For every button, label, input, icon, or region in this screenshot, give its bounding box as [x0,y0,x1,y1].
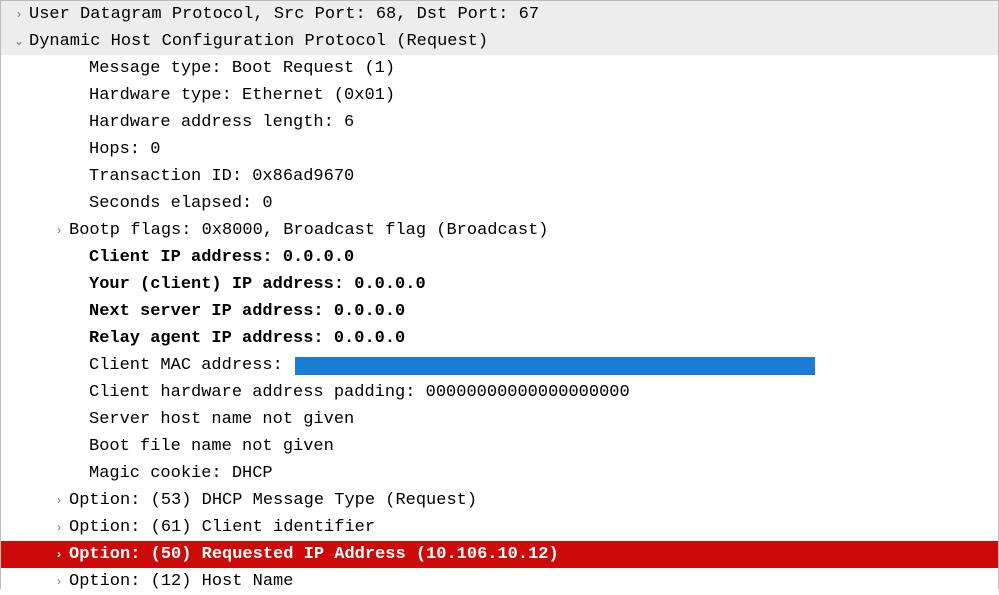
tree-row[interactable]: Client MAC address: [1,352,998,379]
packet-details-tree[interactable]: ›User Datagram Protocol, Src Port: 68, D… [1,1,998,589]
tree-row[interactable]: ›Bootp flags: 0x8000, Broadcast flag (Br… [1,217,998,244]
tree-row[interactable]: Server host name not given [1,406,998,433]
tree-row-label: Option: (61) Client identifier [69,518,375,537]
chevron-right-icon[interactable]: › [49,521,69,535]
tree-row[interactable]: ›Option: (61) Client identifier [1,514,998,541]
tree-row-label: Server host name not given [89,410,354,429]
tree-row[interactable]: Transaction ID: 0x86ad9670 [1,163,998,190]
redacted-value [295,357,815,375]
tree-row[interactable]: Client IP address: 0.0.0.0 [1,244,998,271]
tree-row-label: Transaction ID: 0x86ad9670 [89,167,354,186]
tree-row-label: User Datagram Protocol, Src Port: 68, Ds… [29,5,539,24]
chevron-right-icon[interactable]: › [9,8,29,22]
chevron-right-icon[interactable]: › [49,575,69,589]
tree-row[interactable]: ⌄Dynamic Host Configuration Protocol (Re… [1,28,998,55]
tree-row[interactable]: ›Option: (50) Requested IP Address (10.1… [1,541,998,568]
tree-row[interactable]: Hardware type: Ethernet (0x01) [1,82,998,109]
chevron-right-icon[interactable]: › [49,548,69,562]
tree-row-label: Message type: Boot Request (1) [89,59,395,78]
tree-row-label: Relay agent IP address: 0.0.0.0 [89,329,405,348]
tree-row-label: Magic cookie: DHCP [89,464,273,483]
tree-row[interactable]: Seconds elapsed: 0 [1,190,998,217]
tree-row[interactable]: Next server IP address: 0.0.0.0 [1,298,998,325]
tree-row[interactable]: Hops: 0 [1,136,998,163]
tree-row-label: Your (client) IP address: 0.0.0.0 [89,275,426,294]
tree-row-label: Dynamic Host Configuration Protocol (Req… [29,32,488,51]
tree-row[interactable]: ›User Datagram Protocol, Src Port: 68, D… [1,1,998,28]
tree-row[interactable]: Hardware address length: 6 [1,109,998,136]
tree-row-label: Option: (12) Host Name [69,572,293,591]
tree-row[interactable]: Boot file name not given [1,433,998,460]
tree-row-label: Boot file name not given [89,437,334,456]
tree-row-label: Option: (50) Requested IP Address (10.10… [69,545,559,564]
tree-row-label: Option: (53) DHCP Message Type (Request) [69,491,477,510]
tree-row[interactable]: ›Option: (12) Host Name [1,568,998,595]
tree-row[interactable]: Relay agent IP address: 0.0.0.0 [1,325,998,352]
tree-row[interactable]: ›Option: (53) DHCP Message Type (Request… [1,487,998,514]
tree-row-label: Seconds elapsed: 0 [89,194,273,213]
chevron-right-icon[interactable]: › [49,494,69,508]
tree-row-label: Client MAC address: [89,356,293,375]
tree-row[interactable]: Your (client) IP address: 0.0.0.0 [1,271,998,298]
tree-row-label: Client IP address: 0.0.0.0 [89,248,354,267]
tree-row[interactable]: Magic cookie: DHCP [1,460,998,487]
tree-row-label: Hardware type: Ethernet (0x01) [89,86,395,105]
tree-row[interactable]: Client hardware address padding: 0000000… [1,379,998,406]
tree-row-label: Next server IP address: 0.0.0.0 [89,302,405,321]
tree-row-label: Client hardware address padding: 0000000… [89,383,630,402]
chevron-down-icon[interactable]: ⌄ [9,34,29,49]
tree-row[interactable]: Message type: Boot Request (1) [1,55,998,82]
tree-row-label: Bootp flags: 0x8000, Broadcast flag (Bro… [69,221,548,240]
tree-row-label: Hardware address length: 6 [89,113,354,132]
chevron-right-icon[interactable]: › [49,224,69,238]
tree-row-label: Hops: 0 [89,140,160,159]
